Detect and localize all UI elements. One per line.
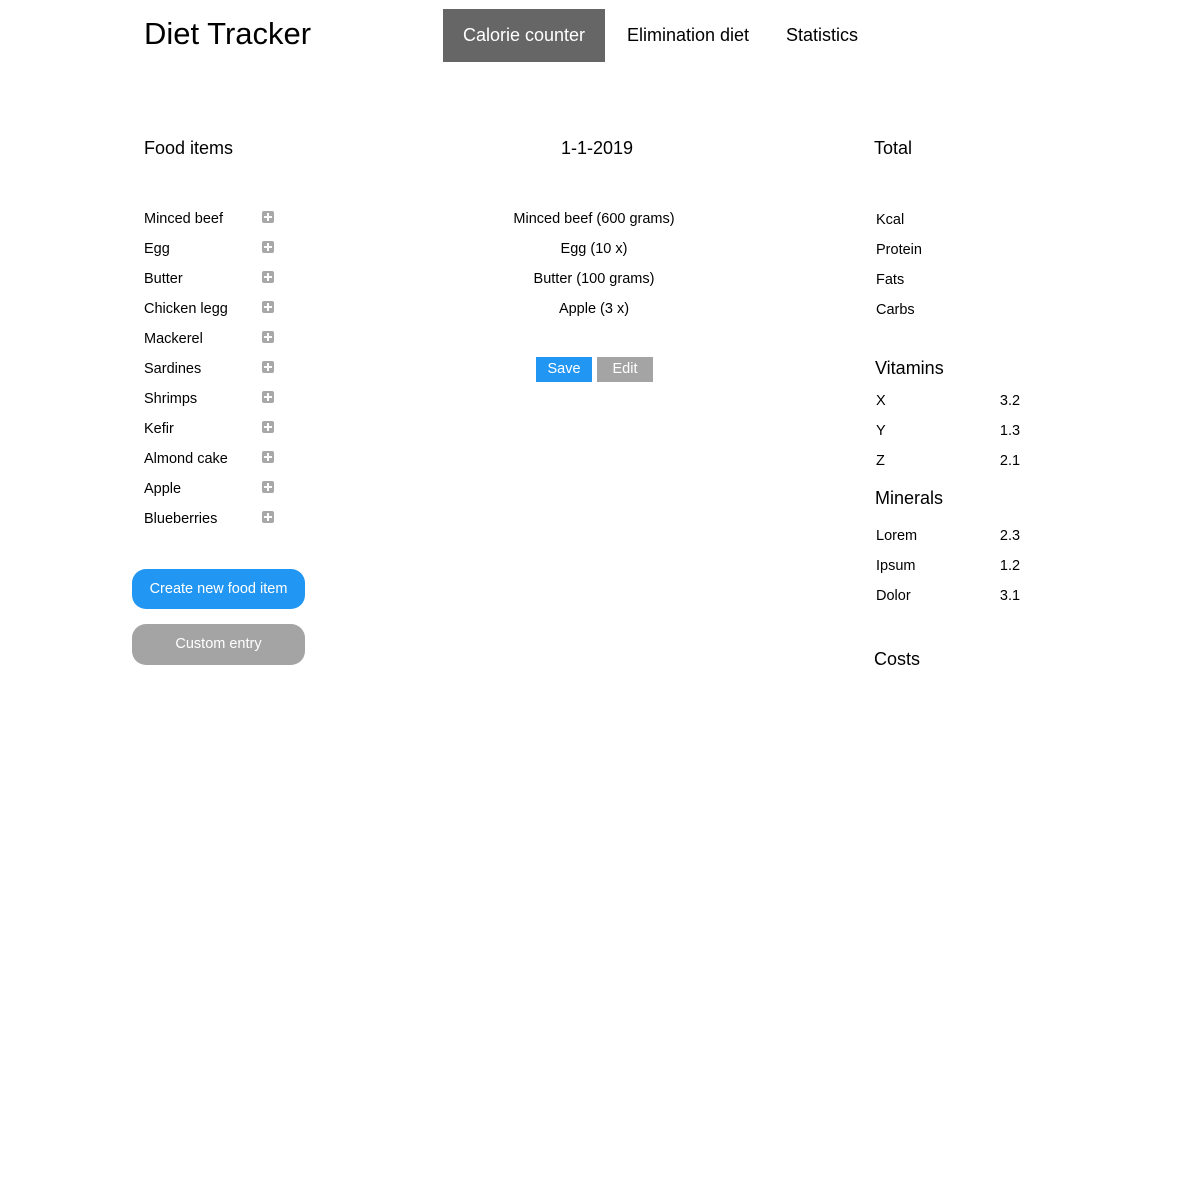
food-item-butter: Butter [144,264,284,294]
food-item-blueberries: Blueberries [144,504,284,534]
mineral-name: Lorem [876,528,918,544]
mineral-value: 3.1 [999,588,1021,604]
macro-kcal-label: Kcal [876,212,905,228]
mineral-name: Dolor [876,588,911,604]
food-item-minced-beef: Minced beef [144,204,284,234]
food-item-label: Kefir [144,421,174,437]
plus-square-icon[interactable] [262,301,274,313]
food-item-label: Egg [144,241,170,257]
plus-square-icon[interactable] [262,391,274,403]
total-heading: Total [874,138,913,158]
plus-square-icon[interactable] [262,511,274,523]
food-item-label: Almond cake [144,451,228,467]
vitamins-heading: Vitamins [875,358,944,378]
log-entry: Egg (10 x) [560,241,628,257]
macro-fats-label: Fats [876,272,905,288]
vitamin-name: X [876,393,886,409]
plus-square-icon[interactable] [262,241,274,253]
app-title: Diet Tracker [144,16,312,51]
food-item-kefir: Kefir [144,414,284,444]
vitamin-value: 2.1 [999,453,1021,469]
food-item-label: Chicken legg [144,301,228,317]
custom-entry-button[interactable]: Custom entry [132,624,305,665]
food-item-label: Apple [144,481,182,497]
log-entry: Apple (3 x) [558,301,630,317]
log-entry: Minced beef (600 grams) [513,211,675,227]
food-items-heading: Food items [144,138,234,158]
create-food-item-button[interactable]: Create new food item [132,569,305,609]
food-item-label: Sardines [144,361,202,377]
vitamin-name: Y [876,423,886,439]
plus-square-icon[interactable] [262,211,274,223]
mineral-value: 2.3 [999,528,1021,544]
food-item-almond-cake: Almond cake [144,444,284,474]
food-item-mackerel: Mackerel [144,324,284,354]
diet-tracker-page: Diet Tracker Calorie counter Elimination… [0,0,1200,1200]
food-item-sardines: Sardines [144,354,284,384]
tab-elimination-diet[interactable]: Elimination diet [614,9,762,62]
plus-square-icon[interactable] [262,451,274,463]
vitamin-name: Z [876,453,885,469]
plus-square-icon[interactable] [262,421,274,433]
plus-square-icon[interactable] [262,481,274,493]
food-item-label: Blueberries [144,511,218,527]
mineral-value: 1.2 [999,558,1021,574]
food-item-label: Butter [144,271,183,287]
food-item-label: Mackerel [144,331,203,347]
macro-protein-label: Protein [876,242,922,258]
food-item-label: Minced beef [144,211,223,227]
costs-heading: Costs [874,649,921,669]
tab-statistics[interactable]: Statistics [772,9,872,62]
food-item-label: Shrimps [144,391,198,407]
plus-square-icon[interactable] [262,271,274,283]
plus-square-icon[interactable] [262,361,274,373]
food-item-egg: Egg [144,234,284,264]
food-item-apple: Apple [144,474,284,504]
save-button[interactable]: Save [536,357,592,382]
edit-button[interactable]: Edit [597,357,653,382]
log-date: 1-1-2019 [560,138,634,158]
tab-calorie-counter[interactable]: Calorie counter [443,9,605,62]
log-entry: Butter (100 grams) [533,271,655,287]
mineral-name: Ipsum [876,558,916,574]
vitamin-value: 1.3 [999,423,1021,439]
macro-carbs-label: Carbs [876,302,915,318]
plus-square-icon[interactable] [262,331,274,343]
food-item-chicken-legg: Chicken legg [144,294,284,324]
minerals-heading: Minerals [875,488,944,508]
food-item-shrimps: Shrimps [144,384,284,414]
vitamin-value: 3.2 [999,393,1021,409]
